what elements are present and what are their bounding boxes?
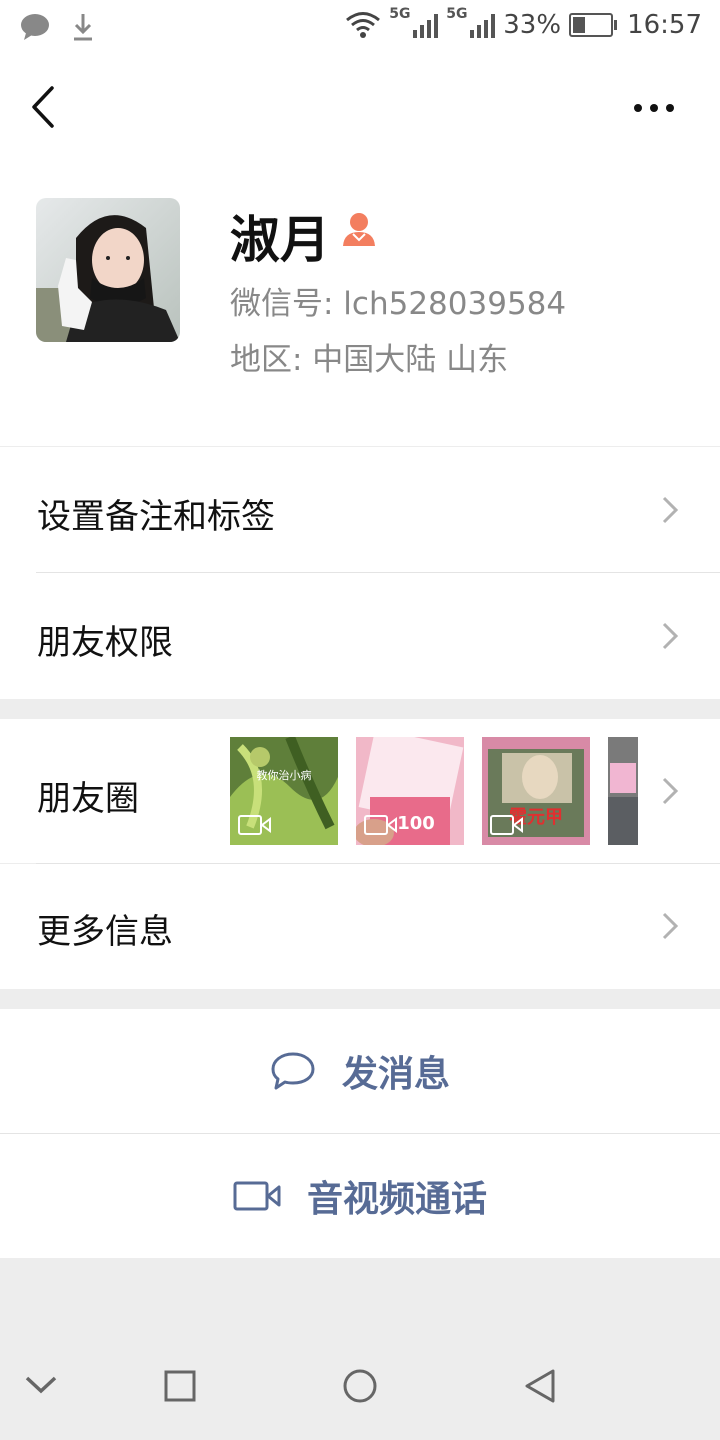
video-icon: [238, 815, 271, 835]
battery-percent: 33%: [503, 10, 562, 40]
avatar[interactable]: [36, 198, 180, 342]
clock: 16:57: [627, 10, 702, 40]
moments-label: 朋友圈: [37, 779, 139, 819]
dot-icon: [634, 104, 642, 112]
moments-row[interactable]: 朋友圈 教你治小病 100 霍元甲: [0, 719, 720, 863]
profile-header: 淑月 微信号: lch528039584 地区: 中国大陆 山东: [0, 56, 720, 446]
network-type-2: 5G: [446, 6, 468, 22]
back-arrow-icon[interactable]: [22, 84, 68, 130]
female-icon: [343, 213, 375, 246]
chevron-down-icon[interactable]: [24, 1374, 58, 1396]
network-type-1: 5G: [389, 6, 411, 22]
signal-icon-2: 5G: [446, 6, 496, 38]
more-info-label: 更多信息: [37, 912, 173, 952]
region: 地区: 中国大陆 山东: [230, 342, 509, 378]
status-bar: 5G 5G 33% 16:57: [0, 0, 720, 56]
video-icon: [364, 815, 397, 835]
more-info-row[interactable]: 更多信息: [0, 864, 720, 989]
video-camera-icon: [233, 1181, 281, 1211]
send-message-button[interactable]: 发消息: [0, 1009, 720, 1133]
friend-permissions-label: 朋友权限: [37, 623, 173, 663]
thumbnail-caption: 100: [397, 813, 435, 834]
back-triangle-icon[interactable]: [522, 1368, 558, 1404]
dot-icon: [650, 104, 658, 112]
more-options-button[interactable]: [634, 96, 684, 120]
moments-thumbnails: 教你治小病 100 霍元甲: [230, 737, 638, 845]
remarks-tags-label: 设置备注和标签: [37, 497, 275, 537]
video-call-button[interactable]: 音视频通话: [0, 1134, 720, 1258]
recent-apps-icon[interactable]: [164, 1370, 196, 1402]
chevron-right-icon: [662, 912, 679, 940]
chevron-right-icon: [662, 496, 679, 524]
moments-thumbnail[interactable]: 教你治小病: [230, 737, 338, 845]
moments-thumbnail[interactable]: [608, 737, 638, 845]
thumbnail-caption: 教你治小病: [257, 768, 312, 782]
chat-notification-icon: [21, 14, 49, 40]
signal-icon: 5G: [389, 6, 439, 38]
wifi-icon: [346, 12, 381, 38]
moments-thumbnail[interactable]: 100: [356, 737, 464, 845]
chevron-right-icon: [662, 622, 679, 650]
chat-bubble-icon: [271, 1052, 315, 1090]
remarks-tags-row[interactable]: 设置备注和标签: [0, 447, 720, 573]
friend-permissions-row[interactable]: 朋友权限: [0, 573, 720, 699]
dot-icon: [666, 104, 674, 112]
profile-name: 淑月: [230, 211, 330, 269]
home-icon[interactable]: [342, 1368, 378, 1404]
send-message-label: 发消息: [341, 1054, 450, 1095]
chevron-right-icon: [662, 777, 679, 805]
moments-thumbnail[interactable]: 霍元甲: [482, 737, 590, 845]
video-call-label: 音视频通话: [306, 1179, 487, 1220]
navigation-bar: [0, 1340, 720, 1440]
battery-icon: [569, 13, 618, 37]
video-icon: [490, 815, 523, 835]
wechat-id: 微信号: lch528039584: [230, 286, 567, 322]
download-icon: [74, 14, 92, 41]
